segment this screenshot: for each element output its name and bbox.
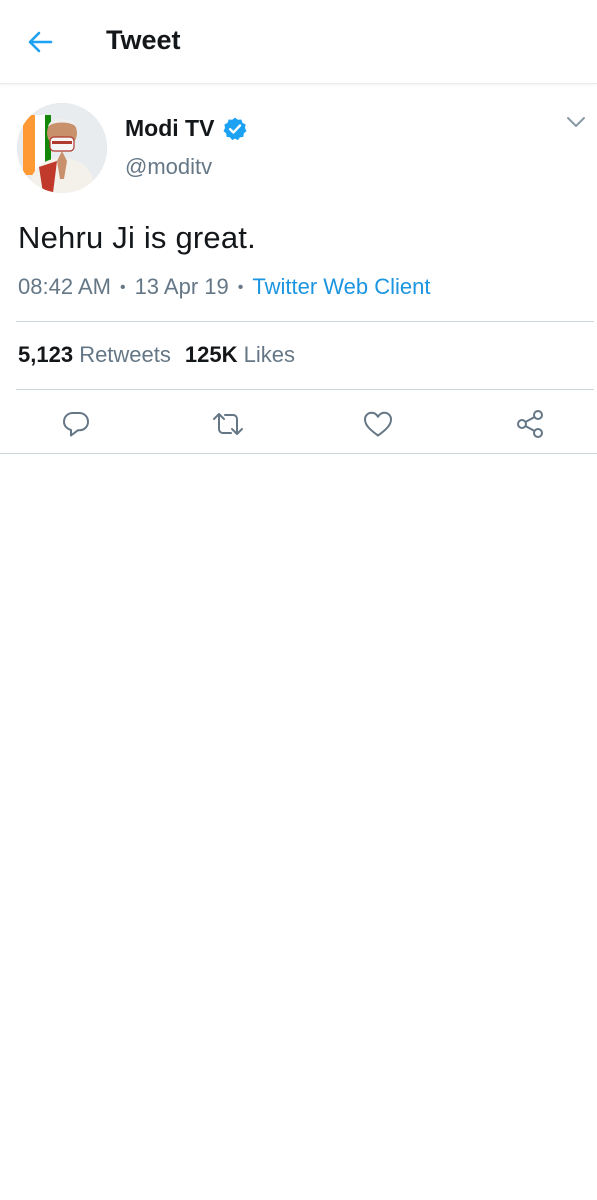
- display-name[interactable]: Modi TV: [125, 115, 248, 142]
- divider: [0, 453, 597, 454]
- separator-dot: •: [237, 279, 244, 296]
- retweets-count: 5,123: [18, 342, 74, 367]
- likes-stat[interactable]: 125K Likes: [185, 342, 295, 367]
- likes-count: 125K: [184, 342, 238, 367]
- page-title: Tweet: [106, 25, 181, 55]
- reply-button[interactable]: [56, 404, 96, 444]
- arrow-left-icon: [27, 30, 53, 54]
- action-bar: [0, 396, 597, 452]
- tweet-stats: 5,123 Retweets 125K Likes: [18, 342, 295, 368]
- tweet-meta: 08:42 AM • 13 Apr 19 • Twitter Web Client: [18, 274, 430, 300]
- retweets-label: Retweets: [79, 342, 171, 367]
- reply-icon: [61, 409, 91, 439]
- retweets-stat[interactable]: 5,123 Retweets: [18, 342, 171, 367]
- top-bar: Tweet: [0, 0, 597, 84]
- tweet-time: 08:42 AM: [18, 274, 111, 299]
- share-icon: [514, 408, 546, 440]
- tweet-text: Nehru Ji is great.: [18, 220, 256, 255]
- divider: [16, 321, 594, 322]
- retweet-icon: [211, 409, 245, 439]
- separator-dot: •: [119, 279, 126, 296]
- heart-icon: [362, 409, 394, 439]
- chevron-down-icon: [566, 116, 586, 128]
- tweet-menu-button[interactable]: [564, 112, 588, 132]
- verified-badge-icon: [222, 116, 248, 142]
- like-button[interactable]: [358, 404, 398, 444]
- tweet-date: 13 Apr 19: [134, 274, 229, 299]
- divider: [16, 389, 594, 390]
- likes-label: Likes: [243, 342, 295, 367]
- tweet-client-link[interactable]: Twitter Web Client: [252, 274, 430, 299]
- back-button[interactable]: [22, 26, 58, 58]
- share-button[interactable]: [510, 404, 550, 444]
- user-handle[interactable]: @moditv: [125, 154, 212, 180]
- avatar[interactable]: [17, 103, 107, 193]
- retweet-button[interactable]: [208, 404, 248, 444]
- display-name-text: Modi TV: [125, 115, 215, 141]
